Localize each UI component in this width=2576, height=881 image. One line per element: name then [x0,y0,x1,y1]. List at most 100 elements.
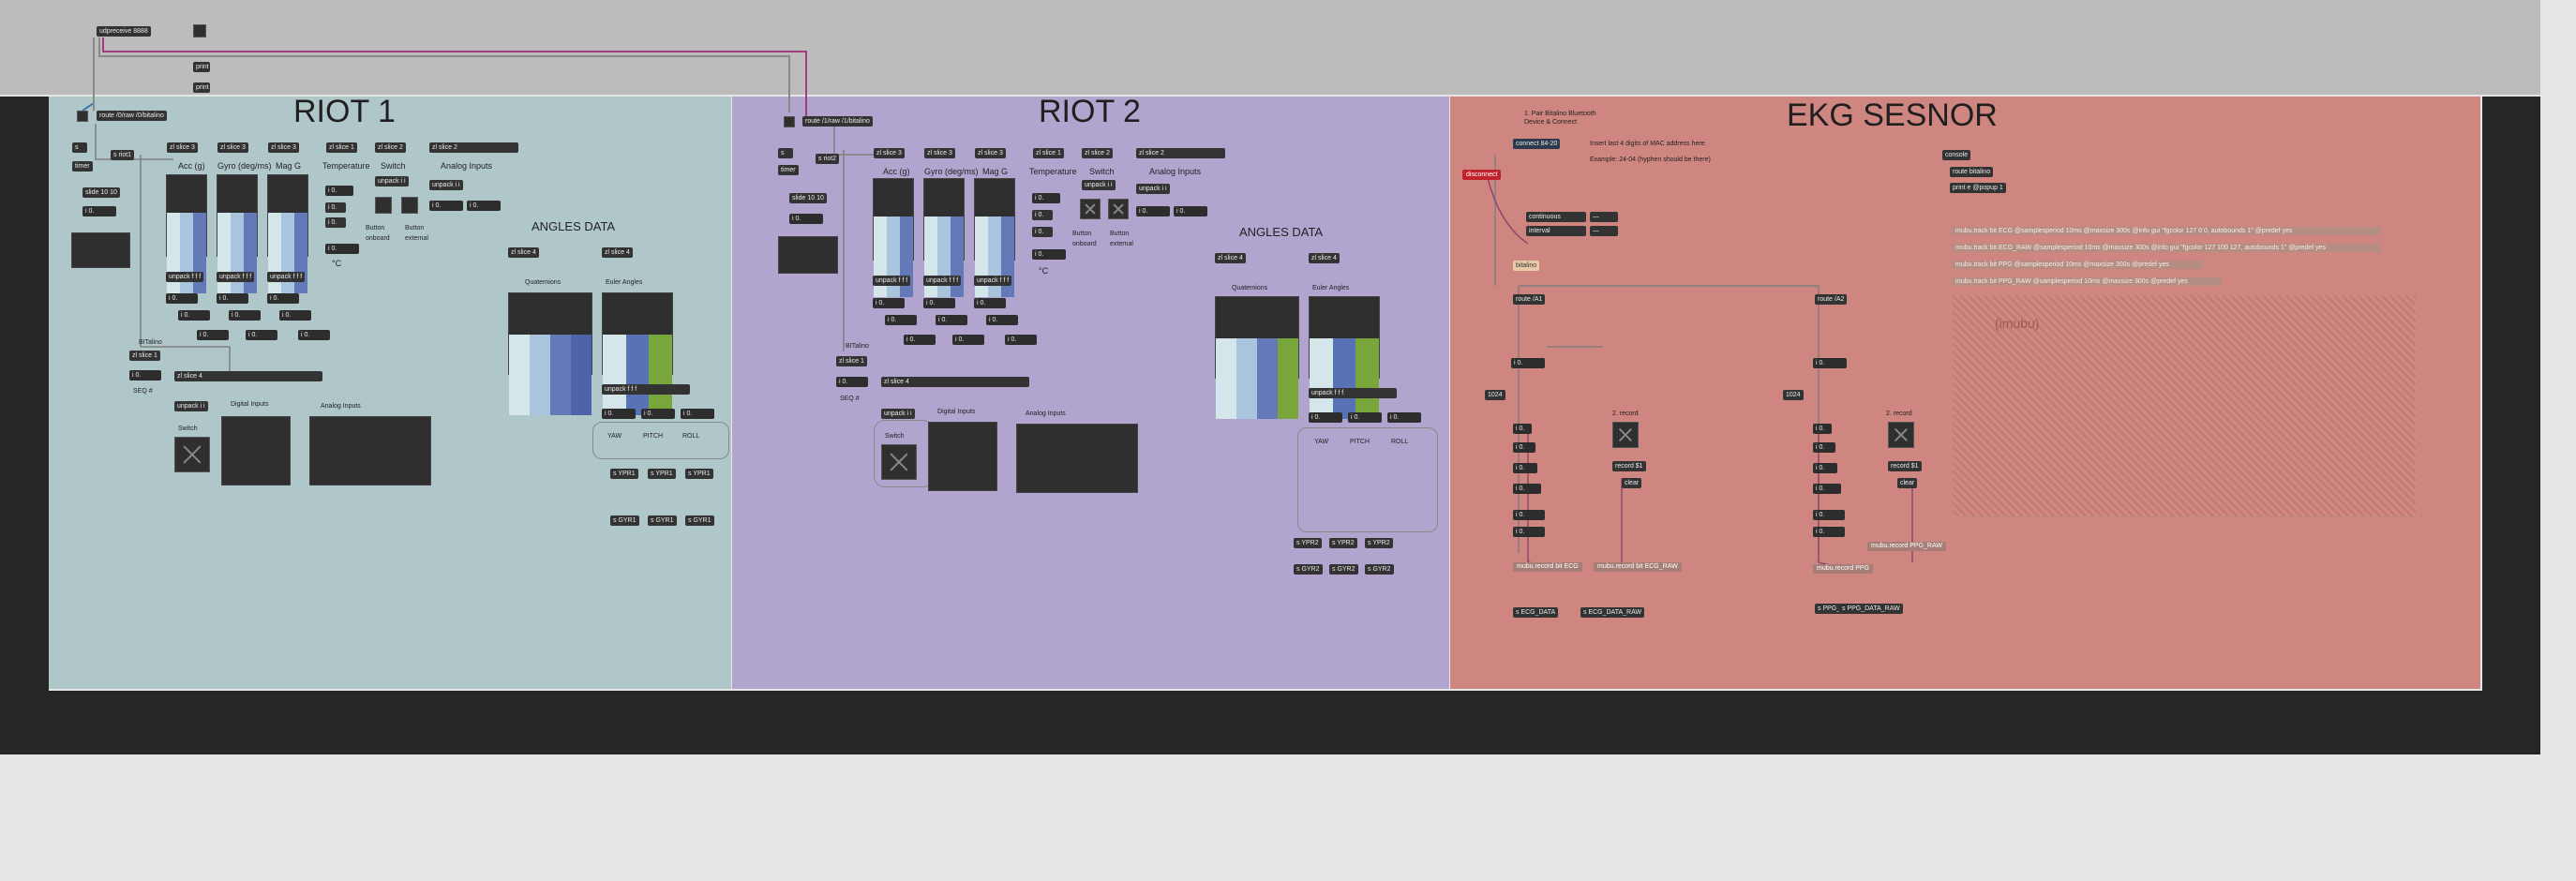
riot2-toggle[interactable] [784,116,795,127]
riot2-zl-slice4[interactable]: zl slice 4 [881,377,1029,387]
riot1-slice-euler[interactable]: zl slice 4 [602,247,633,258]
riot1-unpack-i[interactable]: unpack i i [375,176,409,187]
riot1-unpack-analog[interactable]: unpack i i [429,180,463,190]
riot2-unpack-i[interactable]: unpack i i [1082,180,1116,190]
riot2-temp-out[interactable]: i 0. [1032,249,1066,260]
riot2-acc-z[interactable]: i 0. [904,335,936,345]
riot2-slice-euler[interactable]: zl slice 4 [1309,253,1340,263]
riot1-temp-num[interactable]: i 0. [325,186,353,196]
ekg-a1-chain-6[interactable]: i 0. [1513,527,1545,537]
riot2-send-gyr-2[interactable]: s GYR2 [1329,564,1358,575]
riot2-send-gyr-1[interactable]: s GYR2 [1294,564,1323,575]
riot1-analog-num1[interactable]: i 0. [429,201,463,211]
riot2-acc-y[interactable]: i 0. [885,315,917,325]
riot1-analog-num2[interactable]: i 0. [467,201,501,211]
riot1-switch-toggle[interactable] [174,437,210,472]
riot2-unpack-gyro[interactable]: unpack f f f [923,276,962,286]
ekg-bitalino-object[interactable]: bitalino [1513,261,1540,271]
riot1-s-obj[interactable]: s [72,142,87,153]
riot1-unpack-mag[interactable]: unpack f f f [267,272,306,282]
ekg-record-msg-2[interactable]: record $1 [1888,461,1922,471]
riot2-zl-slice1[interactable]: zl slice 1 [836,356,867,366]
ekg-mubu-track-ecg-raw[interactable]: mubu.track bit ECG_RAW @samplesperiod 10… [1952,244,2381,252]
riot2-unpack-mag[interactable]: unpack f f f [974,276,1012,286]
riot2-slice-acc[interactable]: zl slice 3 [874,148,905,158]
riot2-analog-num2[interactable]: i 0. [1174,206,1207,217]
riot1-seq-num[interactable]: i 0. [129,370,161,381]
ekg-mubu-record-ppg-raw[interactable]: mubu.record PPG_RAW [1867,542,1946,551]
ekg-route-a1[interactable]: route /A1 [1513,294,1546,305]
riot1-toggle[interactable] [77,111,88,122]
ekg-1024-a1[interactable]: 1024 [1485,390,1505,400]
riot1-acc-multislider[interactable] [166,174,207,293]
riot2-slice-mag[interactable]: zl slice 3 [975,148,1006,158]
ekg-clear-msg-2[interactable]: clear [1897,478,1918,488]
riot1-send-ypr-3[interactable]: s YPR1 [685,469,713,479]
ekg-a1-num[interactable]: i 0. [1511,358,1545,368]
riot1-temp-expr[interactable]: i 0. [325,202,346,213]
riot1-mag-x[interactable]: i 0. [267,293,299,304]
ekg-mubu-record-ppg[interactable]: mubu.record PPG [1813,564,1874,574]
ekg-send-ecg[interactable]: s ECG_DATA [1513,607,1559,618]
riot2-send-ypr-2[interactable]: s YPR2 [1329,538,1357,548]
ekg-send-ppg-raw[interactable]: s PPG_DATA_RAW [1839,604,1903,614]
riot1-slice-gyro[interactable]: zl slice 3 [217,142,248,153]
riot2-seq-num[interactable]: i 0. [836,377,868,387]
riot2-switch-toggle[interactable] [881,444,917,480]
riot1-gyro-x[interactable]: i 0. [217,293,248,304]
riot2-mag-multislider[interactable] [974,178,1015,297]
ekg-console-object[interactable]: console [1942,150,1971,160]
riot1-button-onboard[interactable] [375,197,392,214]
riot1-euler-multislider[interactable] [602,292,673,415]
riot1-timer[interactable]: timer [72,161,93,172]
ekg-record-toggle-2[interactable] [1888,422,1914,448]
riot1-gyro-z[interactable]: i 0. [246,330,277,340]
riot2-route[interactable]: route /1/raw /1/bitalino [802,116,873,127]
ekg-mubu-record-ecg[interactable]: mubu.record bit ECG [1513,562,1582,572]
ekg-disconnect-button[interactable]: disconnect [1462,170,1502,180]
riot1-unpack-gyro[interactable]: unpack f f f [217,272,255,282]
riot2-yaw-num[interactable]: i 0. [1309,412,1342,423]
ekg-a2-num[interactable]: i 0. [1813,358,1847,368]
riot2-number[interactable]: i 0. [789,214,823,224]
riot2-button-onboard[interactable] [1080,199,1101,219]
ekg-a2-chain-1[interactable]: i 0. [1813,424,1832,434]
riot1-slice-acc[interactable]: zl slice 3 [167,142,198,153]
riot1-button-external[interactable] [401,197,418,214]
ekg-route-bitalino[interactable]: route bitalino [1950,167,1994,177]
riot2-slice-gyro[interactable]: zl slice 3 [924,148,955,158]
riot1-slice-analog[interactable]: zl slice 2 [429,142,518,153]
ekg-mubu-track-ecg[interactable]: mubu.track bit ECG @samplesperiod 10ms @… [1952,227,2381,235]
riot2-unpack-digital[interactable]: unpack i i [881,409,915,419]
riot1-acc-y[interactable]: i 0. [178,310,210,321]
riot1-yaw-num[interactable]: i 0. [602,409,636,419]
riot2-acc-x[interactable]: i 0. [873,298,905,308]
riot1-quat-multislider[interactable] [508,292,592,415]
riot2-quat-multislider[interactable] [1215,296,1299,419]
riot1-unpack-acc[interactable]: unpack f f f [166,272,204,282]
ekg-a1-chain-5[interactable]: i 0. [1513,510,1545,520]
riot2-slice-switch[interactable]: zl slice 2 [1082,148,1113,158]
riot1-number[interactable]: i 0. [82,206,116,217]
riot2-euler-multislider[interactable] [1309,296,1380,419]
ekg-a1-chain-3[interactable]: i 0. [1513,463,1537,473]
ekg-a1-chain-1[interactable]: i 0. [1513,424,1532,434]
ekg-record-msg-1[interactable]: record $1 [1612,461,1646,471]
riot1-gyro-multislider[interactable] [217,174,258,293]
ekg-continuous-option[interactable]: continuous [1526,212,1586,222]
ekg-a2-chain-5[interactable]: i 0. [1813,510,1845,520]
riot2-send-ypr-1[interactable]: s YPR2 [1294,538,1322,548]
riot2-mag-y[interactable]: i 0. [986,315,1018,325]
riot2-button-external[interactable] [1108,199,1129,219]
ekg-mubu-record-ecg-raw[interactable]: mubu.record bit ECG_RAW [1594,562,1682,572]
ekg-a1-chain-4[interactable]: i 0. [1513,484,1541,494]
riot2-mag-x[interactable]: i 0. [974,298,1006,308]
ekg-print-popup[interactable]: print e @popup 1 [1950,183,2006,193]
riot1-mag-multislider[interactable] [267,174,308,293]
riot1-send-gyr-1[interactable]: s GYR1 [610,515,639,526]
riot2-slice-analog[interactable]: zl slice 2 [1136,148,1225,158]
riot2-send[interactable]: s riot2 [816,154,840,164]
ekg-interval-value[interactable]: — [1590,226,1618,236]
riot1-temp-out[interactable]: i 0. [325,244,359,254]
riot1-zl-slice4[interactable]: zl slice 4 [174,371,322,381]
